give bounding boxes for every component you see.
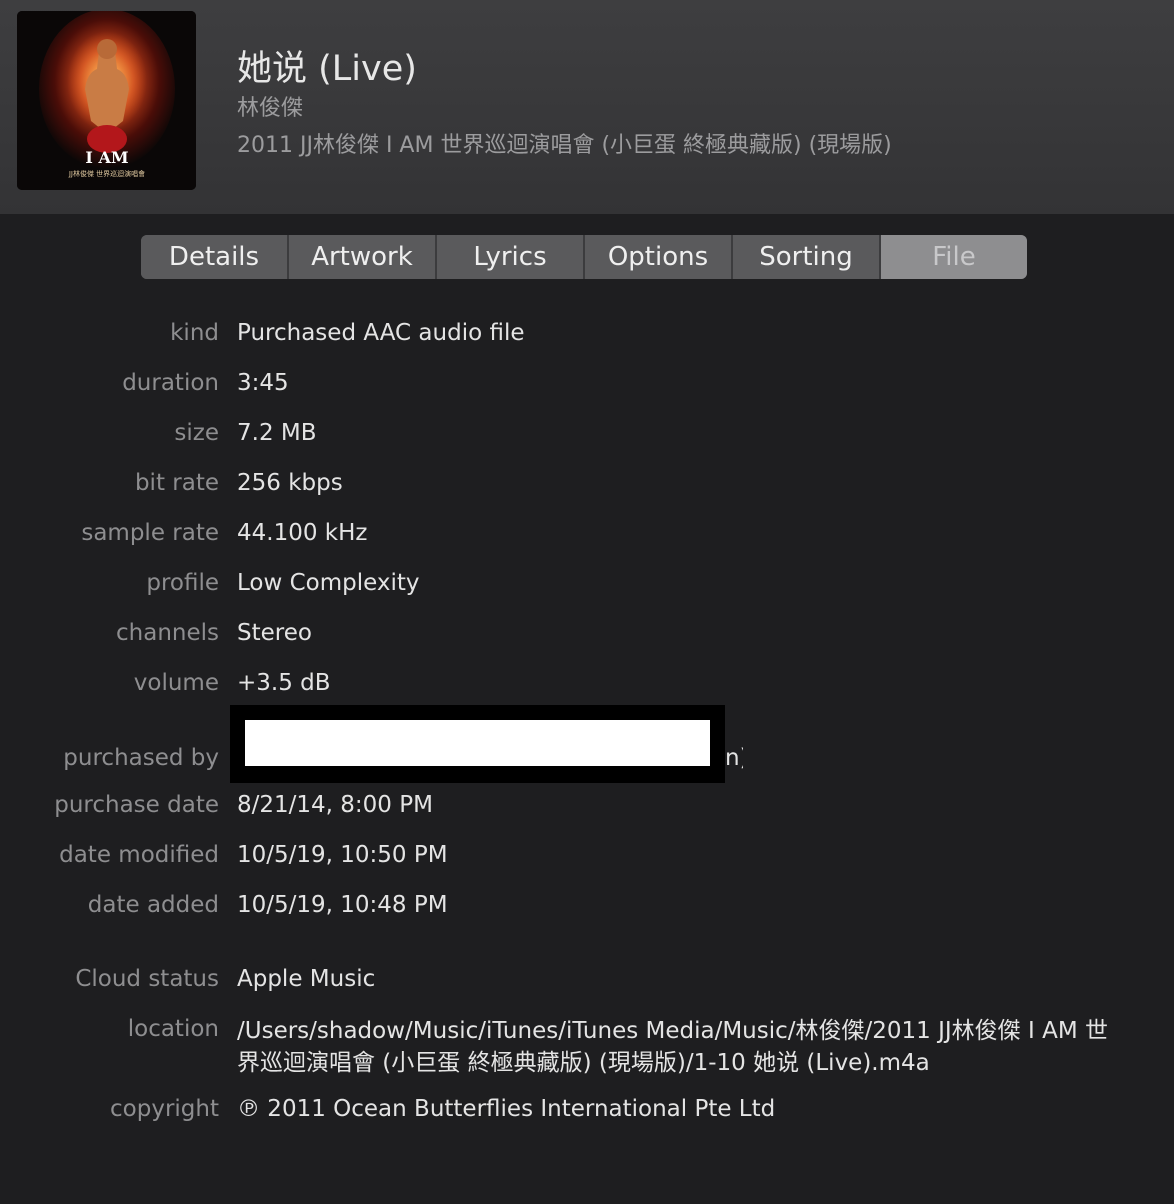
field-value: 10/5/19, 10:50 PM xyxy=(237,842,448,868)
field-label: purchased by xyxy=(63,745,219,771)
track-title: 她说 (Live) xyxy=(237,49,417,89)
tab-sorting[interactable]: Sorting xyxy=(733,235,881,279)
field-value: 10/5/19, 10:48 PM xyxy=(237,892,448,918)
field-value: 3:45 xyxy=(237,370,289,396)
field-value: Low Complexity xyxy=(237,570,420,596)
redaction-box xyxy=(230,705,725,783)
info-tab-bar: Details Artwork Lyrics Options Sorting F… xyxy=(141,235,1027,279)
field-label: kind xyxy=(170,320,219,346)
tab-artwork[interactable]: Artwork xyxy=(289,235,437,279)
field-value: 8/21/14, 8:00 PM xyxy=(237,792,433,818)
field-label: copyright xyxy=(110,1096,219,1122)
tab-options[interactable]: Options xyxy=(585,235,733,279)
file-location-path[interactable]: /Users/shadow/Music/iTunes/iTunes Media/… xyxy=(237,1015,1127,1079)
artwork-subtitle-text: JJ林俊傑 世界巡迴演唱會 xyxy=(68,169,145,178)
track-album: 2011 JJ林俊傑 I AM 世界巡迴演唱會 (小巨蛋 終極典藏版) (現場版… xyxy=(237,133,892,158)
field-label: duration xyxy=(122,370,219,396)
tab-file[interactable]: File xyxy=(881,235,1027,279)
artwork-title-text: I AM xyxy=(85,148,128,167)
field-label: date modified xyxy=(59,842,219,868)
album-artwork-image: I AM JJ林俊傑 世界巡迴演唱會 xyxy=(17,11,196,190)
field-value: Purchased AAC audio file xyxy=(237,320,525,346)
field-label: channels xyxy=(116,620,219,646)
field-value: 7.2 MB xyxy=(237,420,317,446)
redaction-fill xyxy=(245,720,710,766)
field-label: profile xyxy=(146,570,219,596)
field-label: sample rate xyxy=(81,520,219,546)
field-label: purchase date xyxy=(54,792,219,818)
file-info-window: I AM JJ林俊傑 世界巡迴演唱會 她说 (Live) 林俊傑 2011 JJ… xyxy=(0,0,1174,1204)
track-artist: 林俊傑 xyxy=(237,96,304,121)
field-value: 44.100 kHz xyxy=(237,520,368,546)
field-value: Apple Music xyxy=(237,966,376,992)
track-header: I AM JJ林俊傑 世界巡迴演唱會 她说 (Live) 林俊傑 2011 JJ… xyxy=(0,0,1174,214)
field-label: date added xyxy=(87,892,219,918)
field-value: +3.5 dB xyxy=(237,670,331,696)
field-value: Stereo xyxy=(237,620,312,646)
field-label: size xyxy=(174,420,219,446)
field-value: 256 kbps xyxy=(237,470,343,496)
field-label: volume xyxy=(133,670,219,696)
album-artwork: I AM JJ林俊傑 世界巡迴演唱會 xyxy=(17,11,196,190)
field-label: Cloud status xyxy=(75,966,219,992)
field-label: bit rate xyxy=(134,470,219,496)
tab-lyrics[interactable]: Lyrics xyxy=(437,235,585,279)
tab-details[interactable]: Details xyxy=(141,235,289,279)
purchased-by-value-tail: n) xyxy=(725,745,743,771)
field-label: location xyxy=(127,1016,219,1042)
field-value: ℗ 2011 Ocean Butterflies International P… xyxy=(237,1096,776,1122)
